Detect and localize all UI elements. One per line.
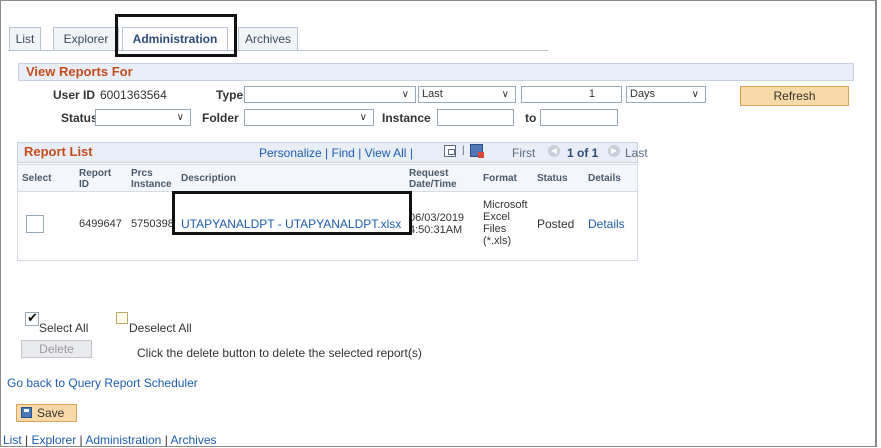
find-link[interactable]: Find	[332, 146, 355, 160]
separator: |	[358, 146, 362, 160]
report-list-title: Report List	[24, 144, 93, 159]
tab-archives[interactable]: Archives	[238, 27, 298, 51]
chevron-down-icon: ∨	[359, 112, 367, 123]
type-select[interactable]: ∨	[244, 86, 416, 103]
separator: |	[79, 433, 83, 447]
col-details: Details	[588, 173, 621, 184]
refresh-button[interactable]: Refresh	[740, 86, 849, 106]
checkmark-icon: ✔	[27, 310, 38, 325]
deselect-all-checkbox[interactable]	[116, 312, 128, 324]
row-format-line4: (*.xls)	[483, 235, 512, 247]
tab-administration[interactable]: Administration	[122, 27, 228, 51]
tab-administration-label: Administration	[132, 32, 218, 46]
status-label: Status	[61, 111, 98, 125]
next-row-icon[interactable]: ▶	[608, 145, 620, 157]
separator-bar: |	[462, 145, 465, 156]
footer-administration-link[interactable]: Administration	[85, 433, 161, 447]
days-select[interactable]: Days ∨	[626, 86, 706, 103]
save-button[interactable]: Save	[16, 404, 77, 422]
separator: |	[409, 146, 413, 160]
last-label: Last	[625, 146, 648, 160]
zoom-grid-icon[interactable]	[444, 145, 456, 157]
type-label: Type	[216, 88, 244, 102]
footer-list-link[interactable]: List	[3, 433, 22, 447]
save-label: Save	[37, 406, 65, 420]
footer-explorer-link[interactable]: Explorer	[32, 433, 77, 447]
view-all-link[interactable]: View All	[365, 146, 407, 160]
last-select-value: Last	[422, 88, 443, 100]
instance-input[interactable]	[437, 109, 514, 126]
row-select-checkbox[interactable]	[26, 215, 44, 233]
row-report-id: 6499647	[79, 218, 122, 230]
separator: |	[164, 433, 168, 447]
separator: |	[325, 146, 329, 160]
save-icon	[21, 407, 32, 418]
col-request-datetime: Request Date/Time	[409, 168, 457, 190]
footer-archives-link[interactable]: Archives	[171, 433, 217, 447]
row-format-line3: Files	[483, 223, 507, 235]
previous-row-icon[interactable]: ◀	[548, 145, 560, 157]
row-range: 1 of 1	[567, 146, 599, 160]
row-description-link[interactable]: UTAPYANALDPT - UTAPYANALDPT.xlsx	[181, 218, 401, 230]
delete-button[interactable]: Delete	[21, 340, 92, 358]
days-count-value: 1	[588, 88, 595, 100]
row-request-date: 06/03/2019	[409, 212, 465, 224]
col-report-id: Report ID	[79, 168, 112, 190]
delete-hint: Click the delete button to delete the se…	[137, 346, 422, 360]
deselect-all-label[interactable]: Deselect All	[129, 321, 192, 335]
download-excel-icon[interactable]	[470, 144, 484, 158]
chevron-down-icon: ∨	[501, 89, 509, 100]
select-all-checkbox[interactable]: ✔	[25, 310, 39, 326]
user-id-value: 6001363564	[100, 88, 167, 102]
tab-list[interactable]: List	[9, 27, 41, 51]
grid-toolbar: Personalize | Find | View All |	[259, 146, 413, 160]
back-to-scheduler-link[interactable]: Go back to Query Report Scheduler	[7, 376, 198, 390]
row-status: Posted	[537, 217, 575, 231]
col-description: Description	[181, 173, 237, 184]
tab-divider	[8, 50, 548, 51]
days-count-input[interactable]: 1	[521, 86, 622, 103]
instance-label: Instance	[382, 111, 431, 125]
tab-list-label: List	[15, 32, 35, 46]
folder-select[interactable]: ∨	[244, 109, 374, 126]
col-select: Select	[22, 173, 52, 184]
row-request-time: 4:50:31AM	[409, 224, 463, 236]
to-input[interactable]	[540, 109, 618, 126]
separator: |	[25, 433, 29, 447]
days-select-value: Days	[630, 88, 656, 100]
user-id-label: User ID	[53, 88, 96, 102]
folder-label: Folder	[202, 111, 239, 125]
row-format-line1: Microsoft	[483, 199, 528, 211]
to-label: to	[525, 111, 537, 125]
footer-nav: List | Explorer | Administration | Archi…	[3, 433, 217, 447]
personalize-link[interactable]: Personalize	[259, 146, 322, 160]
row-prcs-instance: 5750398	[131, 218, 174, 230]
col-prcs-instance: Prcs Instance	[131, 168, 172, 190]
tab-explorer-label: Explorer	[63, 32, 109, 46]
status-select[interactable]: ∨	[95, 109, 191, 126]
view-reports-header	[18, 63, 854, 81]
tab-archives-label: Archives	[244, 32, 291, 46]
chevron-down-icon: ∨	[691, 89, 699, 100]
row-format-line2: Excel	[483, 211, 510, 223]
view-reports-title: View Reports For	[26, 64, 133, 79]
col-status: Status	[537, 173, 568, 184]
tab-explorer[interactable]: Explorer	[53, 27, 119, 51]
row-details-link[interactable]: Details	[588, 218, 625, 230]
col-format: Format	[483, 173, 517, 184]
first-label: First	[512, 146, 536, 160]
select-all-label[interactable]: Select All	[39, 321, 88, 335]
chevron-down-icon: ∨	[401, 89, 409, 100]
last-select[interactable]: Last ∨	[418, 86, 516, 103]
chevron-down-icon: ∨	[176, 112, 184, 123]
